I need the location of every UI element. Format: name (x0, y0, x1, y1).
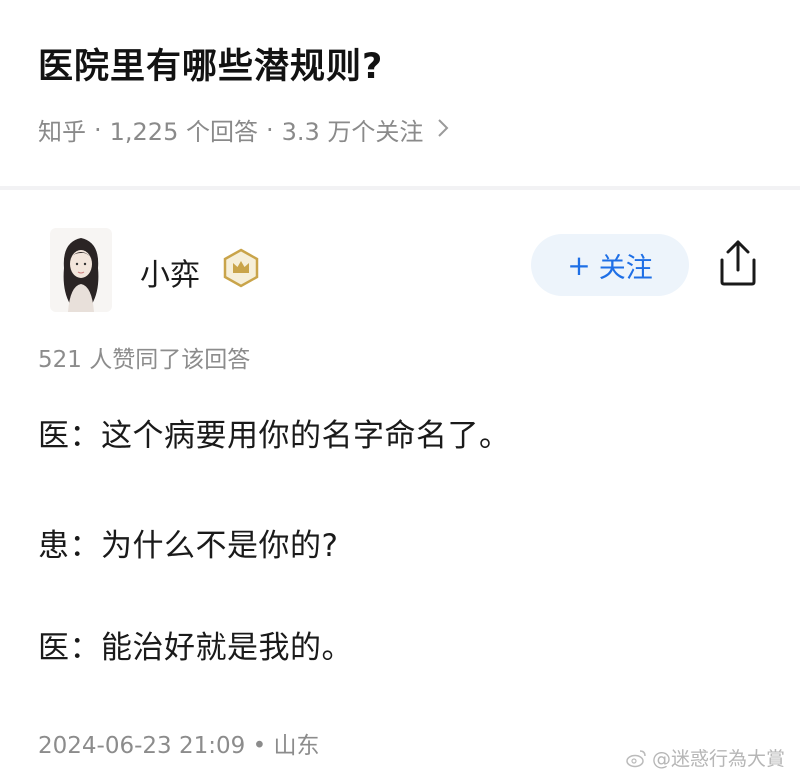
question-header: 医院里有哪些潜规则? 知乎 · 1,225 个回答 · 3.3 万个关注 (0, 0, 800, 186)
meta-separator: · (265, 115, 274, 144)
author-row: 小弈 + 关注 (0, 220, 800, 320)
plus-icon: + (567, 248, 591, 282)
like-count: 521 人赞同了该回答 (38, 347, 251, 373)
answer-count: 1,225 个回答 (109, 118, 258, 146)
avatar[interactable] (50, 228, 112, 312)
source-label: 知乎 (38, 118, 86, 146)
crown-badge-icon (222, 248, 260, 288)
author-name[interactable]: 小弈 (140, 250, 200, 294)
watermark-text: @迷惑行為大賞 (652, 748, 786, 770)
question-meta[interactable]: 知乎 · 1,225 个回答 · 3.3 万个关注 (38, 112, 449, 147)
answer-line: 患：为什么不是你的? (38, 528, 339, 564)
location: 山东 (273, 733, 320, 759)
follow-label: 关注 (598, 252, 653, 284)
answer-line: 医：这个病要用你的名字命名了。 (38, 418, 511, 454)
question-title[interactable]: 医院里有哪些潜规则? (38, 38, 383, 89)
weibo-icon (626, 748, 648, 768)
chevron-right-icon (437, 116, 449, 144)
watermark: @迷惑行為大賞 (626, 744, 785, 771)
answer-line: 医：能治好就是我的。 (38, 630, 353, 666)
location-separator: • (252, 733, 267, 759)
timestamp: 2024-06-23 21:09 (38, 733, 246, 759)
follow-button[interactable]: + 关注 (531, 234, 689, 296)
follower-count: 3.3 万个关注 (281, 118, 424, 146)
meta-separator: · (94, 115, 102, 144)
answer-footer: 2024-06-23 21:09 • 山东 (38, 726, 319, 760)
section-divider (0, 186, 800, 190)
share-icon[interactable] (716, 238, 760, 288)
